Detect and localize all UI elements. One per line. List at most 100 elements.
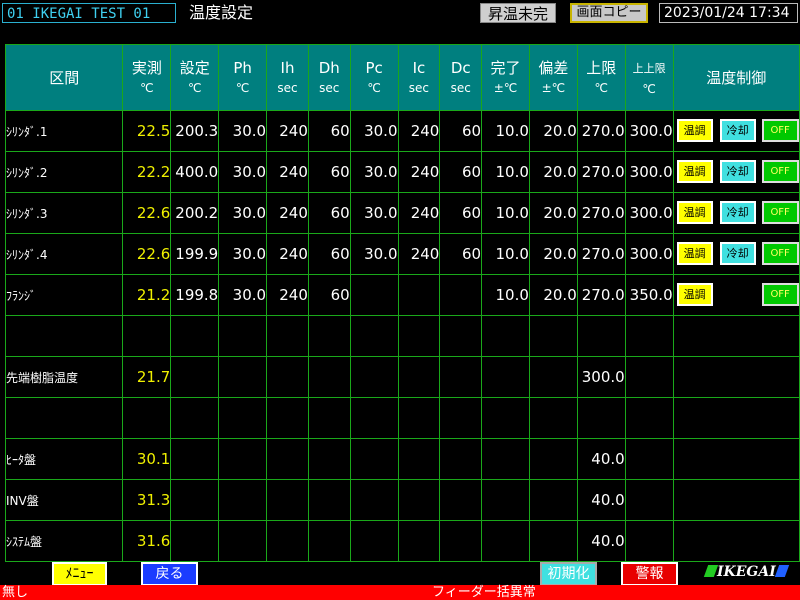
column-header-name: 設定 — [179, 58, 210, 77]
column-header-unit: sec — [277, 80, 298, 95]
setting-cell[interactable]: 270.0 — [576, 192, 626, 234]
column-header-unit: sec — [319, 80, 340, 95]
setting-cell[interactable]: 60 — [439, 192, 483, 234]
heat-control-button[interactable]: 温調 — [675, 118, 714, 143]
initialize-button[interactable]: 初期化 — [540, 562, 597, 586]
setting-cell — [576, 315, 626, 357]
off-button[interactable]: OFF — [760, 118, 799, 143]
alarm-message-bar: 無し フィーダー括異常 — [0, 585, 800, 600]
heat-control-button[interactable]: 温調 — [675, 241, 714, 266]
actual-temp-cell — [122, 397, 172, 439]
setting-cell[interactable]: 20.0 — [528, 110, 578, 152]
setting-cell[interactable]: 10.0 — [481, 233, 530, 275]
alarm-button[interactable]: 警報 — [621, 562, 678, 586]
column-header-name: Dc — [450, 58, 471, 77]
setting-cell[interactable]: 30.0 — [349, 151, 399, 193]
setting-cell[interactable]: 240 — [266, 151, 309, 193]
setting-cell — [349, 520, 399, 562]
cool-button[interactable]: 冷却 — [718, 118, 757, 143]
screen-copy-button[interactable]: 画面コピー — [570, 3, 648, 23]
setting-cell[interactable]: 300.0 — [624, 151, 674, 193]
setting-cell[interactable]: 10.0 — [481, 110, 530, 152]
setting-cell[interactable]: 20.0 — [528, 233, 578, 275]
setting-cell[interactable]: 200.2 — [170, 192, 220, 234]
setting-cell[interactable]: 200.3 — [170, 110, 220, 152]
setting-cell[interactable]: 300.0 — [624, 110, 674, 152]
setting-cell[interactable]: 60 — [307, 151, 351, 193]
column-header: Pc ℃ — [349, 44, 399, 111]
zone-label: ｼﾘﾝﾀﾞ.1 — [4, 110, 124, 152]
setting-cell[interactable]: 240 — [266, 110, 309, 152]
setting-cell[interactable]: 40.0 — [576, 438, 626, 480]
setting-cell[interactable]: 60 — [439, 110, 483, 152]
setting-cell[interactable]: 20.0 — [528, 151, 578, 193]
setting-cell[interactable]: 20.0 — [528, 274, 578, 316]
table-row — [4, 397, 800, 439]
setting-cell — [439, 438, 483, 480]
column-header-unit: ℃ — [367, 80, 381, 95]
alarm-status-text: 無し — [2, 585, 29, 600]
setting-cell[interactable]: 40.0 — [576, 479, 626, 521]
cool-button[interactable]: 冷却 — [718, 200, 757, 225]
heat-control-button[interactable]: 温調 — [675, 200, 714, 225]
setting-cell[interactable]: 240 — [266, 233, 309, 275]
setting-cell[interactable]: 270.0 — [576, 151, 626, 193]
setting-cell[interactable]: 30.0 — [349, 110, 399, 152]
setting-cell[interactable]: 350.0 — [624, 274, 674, 316]
setting-cell[interactable]: 300.0 — [576, 356, 626, 398]
setting-cell[interactable]: 40.0 — [576, 520, 626, 562]
cool-button[interactable]: 冷却 — [718, 241, 757, 266]
heat-control-button[interactable]: 温調 — [675, 159, 714, 184]
column-header: Ph ℃ — [218, 44, 268, 111]
setting-cell[interactable]: 270.0 — [576, 233, 626, 275]
setting-cell[interactable]: 240 — [397, 110, 441, 152]
column-header-name: 区間 — [49, 68, 80, 87]
setting-cell[interactable]: 30.0 — [349, 233, 399, 275]
column-header-name: 実測 — [131, 58, 162, 77]
temperature-control-cell — [672, 397, 800, 439]
setting-cell[interactable]: 240 — [397, 233, 441, 275]
setting-cell[interactable]: 240 — [397, 151, 441, 193]
off-button[interactable]: OFF — [760, 241, 799, 266]
menu-button[interactable]: ﾒﾆｭｰ — [52, 562, 107, 586]
setting-cell[interactable]: 10.0 — [481, 192, 530, 234]
back-button[interactable]: 戻る — [141, 562, 198, 586]
temperature-control-cell: 温調 冷却 OFF — [672, 192, 800, 234]
setting-cell[interactable]: 60 — [307, 233, 351, 275]
setting-cell — [170, 356, 220, 398]
setting-cell[interactable]: 240 — [266, 192, 309, 234]
setting-cell[interactable]: 30.0 — [218, 233, 268, 275]
setting-cell[interactable]: 270.0 — [576, 274, 626, 316]
setting-cell[interactable]: 10.0 — [481, 151, 530, 193]
setting-cell[interactable]: 199.9 — [170, 233, 220, 275]
off-button[interactable]: OFF — [760, 159, 799, 184]
setting-cell — [307, 397, 351, 439]
off-button[interactable]: OFF — [760, 200, 799, 225]
setting-cell[interactable]: 60 — [307, 274, 351, 316]
setting-cell[interactable]: 30.0 — [349, 192, 399, 234]
setting-cell[interactable]: 270.0 — [576, 110, 626, 152]
setting-cell[interactable]: 199.8 — [170, 274, 220, 316]
setting-cell — [397, 438, 441, 480]
setting-cell[interactable]: 60 — [307, 192, 351, 234]
setting-cell[interactable]: 300.0 — [624, 192, 674, 234]
setting-cell[interactable]: 30.0 — [218, 274, 268, 316]
column-header-unit: ±℃ — [493, 80, 518, 95]
setting-cell[interactable]: 240 — [266, 274, 309, 316]
setting-cell[interactable]: 30.0 — [218, 110, 268, 152]
setting-cell[interactable]: 300.0 — [624, 233, 674, 275]
off-button[interactable]: OFF — [760, 282, 799, 307]
setting-cell[interactable]: 240 — [397, 192, 441, 234]
column-header-unit: ±℃ — [541, 80, 566, 95]
setting-cell[interactable]: 60 — [439, 151, 483, 193]
setting-cell[interactable]: 400.0 — [170, 151, 220, 193]
cool-button[interactable]: 冷却 — [718, 159, 757, 184]
setting-cell[interactable]: 30.0 — [218, 151, 268, 193]
heat-control-button[interactable]: 温調 — [675, 282, 714, 307]
setting-cell[interactable]: 20.0 — [528, 192, 578, 234]
setting-cell[interactable]: 60 — [439, 233, 483, 275]
setting-cell — [170, 315, 220, 357]
setting-cell[interactable]: 60 — [307, 110, 351, 152]
setting-cell[interactable]: 10.0 — [481, 274, 530, 316]
setting-cell[interactable]: 30.0 — [218, 192, 268, 234]
